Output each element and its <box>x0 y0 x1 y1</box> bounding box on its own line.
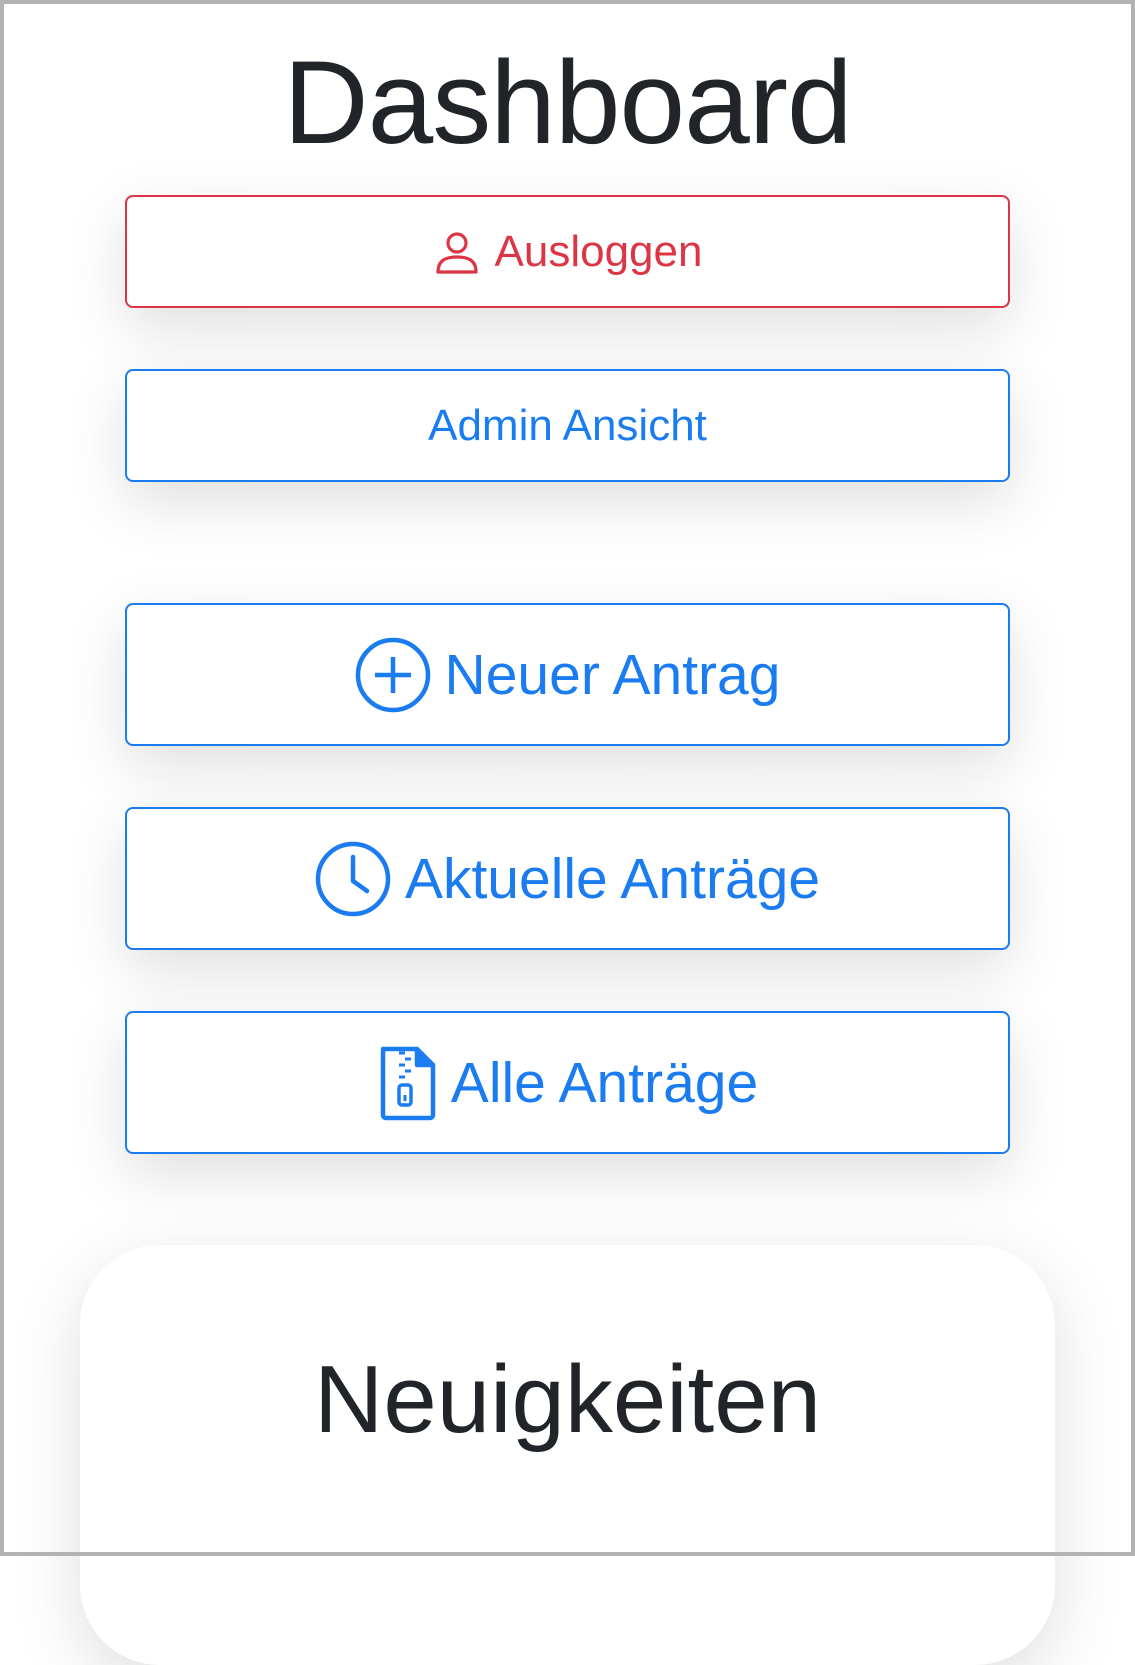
page-title: Dashboard <box>283 37 852 169</box>
file-zip-icon <box>377 1045 437 1121</box>
news-title: Neuigkeiten <box>314 1346 821 1453</box>
new-request-button[interactable]: Neuer Antrag <box>125 603 1010 746</box>
admin-view-button[interactable]: Admin Ansicht <box>125 369 1010 482</box>
current-requests-button[interactable]: Aktuelle Anträge <box>125 807 1010 950</box>
clock-icon <box>315 841 391 917</box>
all-requests-button-label: Alle Anträge <box>450 1050 759 1115</box>
logout-button-label: Ausloggen <box>494 226 703 276</box>
admin-view-button-label: Admin Ansicht <box>428 400 707 450</box>
news-card: Neuigkeiten <box>80 1245 1055 1665</box>
new-request-button-label: Neuer Antrag <box>444 642 781 707</box>
current-requests-button-label: Aktuelle Anträge <box>404 846 821 911</box>
plus-circle-icon <box>355 637 431 713</box>
logout-button[interactable]: Ausloggen <box>125 195 1010 308</box>
person-icon <box>433 228 481 276</box>
all-requests-button[interactable]: Alle Anträge <box>125 1011 1010 1154</box>
